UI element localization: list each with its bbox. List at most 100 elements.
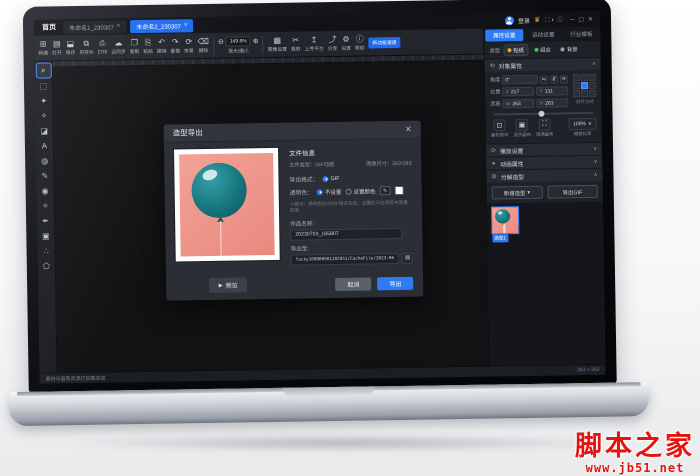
toolbar-button[interactable]: ⚙设置 [341,35,351,52]
tool-button[interactable]: ✦ [37,93,51,107]
transparent-none-option[interactable]: 不设置 [317,187,342,195]
dialog-close-icon[interactable]: ✕ [405,125,412,134]
width-input[interactable]: W 263 [503,99,535,108]
shape-thumbnail-selected[interactable]: 造型1 [492,207,519,242]
anchor-cell[interactable] [581,74,588,81]
scale-ratio-select[interactable]: 100% ∨ [568,118,597,130]
add-shape-button[interactable]: 新增造型 ▾ [492,186,543,200]
transparent-custom-option[interactable]: 设置颜色 [345,187,375,195]
tool-button[interactable]: ◪ [37,123,51,137]
anchor-cell[interactable] [589,82,596,89]
anchor-cell[interactable] [573,90,580,97]
tool-button[interactable]: ∴ [39,243,53,257]
export-gif-button[interactable]: 导出GIF [547,185,598,199]
toolbar-button[interactable]: ☁云同步 [111,38,126,55]
zoom-out-icon[interactable]: ⊖ [218,37,224,45]
align-button[interactable]: ⊡画布居中 [491,119,509,138]
radio-unselected-icon[interactable] [345,188,351,194]
position-y-input[interactable]: Y 131 [536,86,568,95]
new-features-badge[interactable]: 新功能速递 [368,37,400,49]
toolbar-button[interactable]: ▦图像设置 [268,36,287,53]
height-input[interactable]: H 263 [536,98,568,107]
tool-button[interactable]: ⌕ [36,63,50,77]
flip-horizontal-icon[interactable]: ⇋ [540,75,548,83]
reset-icon[interactable]: ⟲ [490,62,495,69]
toolbar-button[interactable]: ⧉另存为 [79,39,94,56]
section-chevron-icon[interactable]: ∨ [593,146,597,152]
align-button[interactable]: ▣适合画布 [513,119,531,138]
toolbar-button[interactable]: ⤴分享 [328,35,338,52]
anchor-cell-active[interactable] [581,82,588,89]
slider-thumb[interactable] [538,111,544,117]
toolbar-button[interactable]: ⊞新建 [38,40,48,57]
color-swatch[interactable] [394,186,403,195]
tool-button[interactable]: A [37,138,51,152]
avatar[interactable] [505,16,514,25]
zoom-level-value[interactable]: 149.8% [226,36,251,46]
export-button[interactable]: 导出 [377,277,413,291]
type-option-background[interactable]: 背景 [558,44,581,54]
tab-industry-templates[interactable]: 行业模板 [562,27,600,42]
window-control-button[interactable]: ✕ [586,16,595,22]
flip-vertical-icon[interactable]: ⇵ [550,75,558,83]
toolbar-button[interactable]: ⟳恢复 [184,37,194,54]
login-label[interactable]: 登录 [518,15,530,24]
section-chevron-icon[interactable]: ∧ [594,172,598,178]
align-button[interactable]: ⛶填满画布 [536,119,554,138]
type-option-sticker[interactable]: 贴纸 [504,45,527,55]
tool-button[interactable]: ✎ [38,168,52,182]
anchor-cell[interactable] [573,82,580,89]
format-gif-option[interactable]: GIF [322,175,339,181]
toolbar-button[interactable]: ✂裁剪 [291,36,301,53]
name-input[interactable]: 20230703_165807 [290,228,402,241]
toolbar-button[interactable]: ⓘ帮助 [355,35,365,52]
anchor-cell[interactable] [589,90,596,97]
tab-motion-settings[interactable]: 运动设置 [524,27,562,42]
tab-close-icon[interactable]: × [117,23,121,29]
vip-crown-icon[interactable]: ♛ [534,16,540,24]
zoom-in-icon[interactable]: ⊕ [253,37,259,45]
toolbar-button[interactable]: ⎙打印 [97,39,107,56]
anchor-cell[interactable] [589,74,596,81]
tool-button[interactable]: ▣ [39,228,53,242]
radio-selected-icon[interactable] [317,189,323,195]
home-button[interactable]: 首页 [39,22,59,32]
tool-button[interactable]: ⬠ [39,258,53,272]
section-chevron-icon[interactable]: ∨ [594,159,598,165]
toolbar-button[interactable]: ▤打开 [52,39,62,56]
scale-slider[interactable] [493,112,593,116]
toolbar-button[interactable]: ↥上传平台 [304,35,323,52]
toolbar-button[interactable]: ⬓保存 [65,39,75,56]
type-option-group[interactable]: 组合 [531,45,554,55]
browse-folder-button[interactable]: ▤ [402,253,413,264]
rotate-icon[interactable]: ⟳ [560,75,568,83]
eyedropper-button[interactable]: ✎ [379,186,390,195]
path-input[interactable]: fucky1000000012020S1/CacheFile/2023-06 [291,253,399,266]
tool-button[interactable]: ⬚ [36,78,50,92]
canvas-area[interactable]: 造型导出 ✕ [53,55,489,373]
tool-button[interactable]: ✒ [38,213,52,227]
window-control-button[interactable]: ▢ [576,17,586,23]
thumbnail-image[interactable] [492,207,518,233]
tab-close-icon[interactable]: × [184,22,188,28]
tool-button[interactable]: ◉ [38,183,52,197]
cancel-button[interactable]: 取消 [335,277,371,291]
document-tab-1[interactable]: 未命名1_230307 × [63,20,126,34]
position-x-input[interactable]: X 217 [502,87,534,96]
anchor-cell[interactable] [573,74,580,81]
toolbar-button[interactable]: ↶撤销 [157,38,167,55]
toolbar-button[interactable]: ⎘粘贴 [143,38,153,55]
tool-button[interactable]: ◍ [38,153,52,167]
toolbar-button[interactable]: ↷重做 [170,37,180,54]
angle-input[interactable]: 0° [502,75,538,85]
tab-property-settings[interactable]: 属性设置 [485,29,523,42]
collapse-icon[interactable]: ∧ [592,61,596,67]
preview-button[interactable]: ▶ 预览 [209,277,248,293]
tool-button[interactable]: ✧ [38,198,52,212]
tool-button[interactable]: ⟡ [37,108,51,122]
titlebar-icon[interactable]: ⓘ [556,17,564,23]
toolbar-button[interactable]: ⌫删除 [198,37,210,54]
radio-selected-icon[interactable] [322,176,328,182]
anchor-cell[interactable] [581,90,588,97]
toolbar-button[interactable]: ❐复制 [130,38,140,55]
